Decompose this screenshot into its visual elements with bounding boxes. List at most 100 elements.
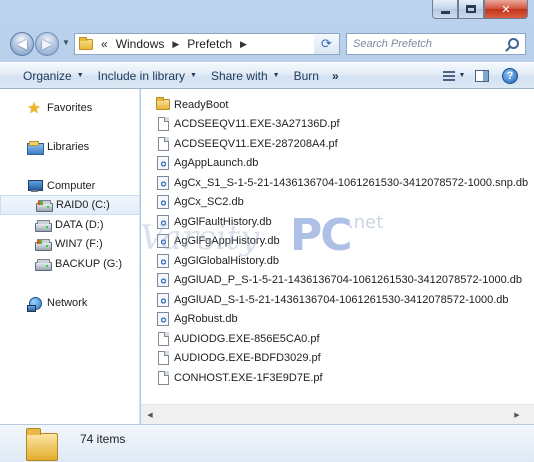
include-in-library-button[interactable]: Include in library ▼ xyxy=(91,63,204,88)
item-count: 74 items xyxy=(80,432,126,446)
database-file-icon xyxy=(155,272,171,288)
database-file-icon xyxy=(155,175,171,191)
forward-button[interactable]: ▶ xyxy=(35,32,59,56)
navigation-row: ◀ ▶ ▼ « Windows ▶ Prefetch ▶ ▼ ⟳ Search … xyxy=(0,28,534,60)
minimize-icon xyxy=(440,10,450,14)
help-icon: ? xyxy=(502,67,518,84)
database-file-icon xyxy=(155,311,171,327)
search-icon[interactable] xyxy=(508,38,519,49)
file-row[interactable]: AgGlUAD_S-1-5-21-1436136704-1061261530-3… xyxy=(155,290,509,309)
address-overflow[interactable]: « xyxy=(97,37,112,51)
file-row[interactable]: AUDIODG.EXE-856E5CA0.pf xyxy=(155,329,320,348)
database-file-icon xyxy=(155,194,171,210)
command-bar: Organize ▼ Include in library ▼ Share wi… xyxy=(0,62,534,89)
file-icon xyxy=(155,350,171,366)
search-input[interactable]: Search Prefetch xyxy=(346,33,526,55)
library-icon xyxy=(26,139,44,155)
database-file-icon xyxy=(155,233,171,249)
file-name: AgGlGlobalHistory.db xyxy=(174,254,279,267)
file-row[interactable]: AgGlFgAppHistory.db xyxy=(155,232,280,251)
organize-button[interactable]: Organize ▼ xyxy=(16,63,91,88)
file-row[interactable]: AgRobust.db xyxy=(155,310,238,329)
share-with-button[interactable]: Share with ▼ xyxy=(204,63,287,88)
file-name: AUDIODG.EXE-BDFD3029.pf xyxy=(174,352,321,364)
caption-buttons: ✕ xyxy=(432,0,528,20)
change-view-button[interactable]: ▼ xyxy=(440,63,468,88)
file-row[interactable]: AgGlUAD_P_S-1-5-21-1436136704-1061261530… xyxy=(155,271,522,290)
share-with-label: Share with xyxy=(210,68,268,83)
folder-row[interactable]: ReadyBoot xyxy=(155,95,228,114)
file-icon xyxy=(155,331,171,347)
refresh-button[interactable]: ⟳ xyxy=(314,33,340,55)
back-arrow-icon: ◀ xyxy=(17,36,27,51)
network-icon xyxy=(26,295,42,312)
scroll-track[interactable] xyxy=(159,408,499,421)
database-file-icon xyxy=(155,292,171,308)
scroll-left-icon[interactable]: ◀ xyxy=(143,407,157,422)
drive-icon xyxy=(34,256,52,272)
maximize-icon xyxy=(466,5,476,13)
drive-icon xyxy=(35,197,53,213)
nav-computer[interactable]: Computer xyxy=(0,176,140,196)
file-row[interactable]: AgCx_SC2.db xyxy=(155,193,244,212)
chevron-right-icon[interactable]: ▶ xyxy=(168,39,183,50)
maximize-button[interactable] xyxy=(458,0,484,19)
burn-label: Burn xyxy=(293,68,319,83)
more-commands-button[interactable]: » xyxy=(326,63,344,88)
nav-drive-g-label: BACKUP (G:) xyxy=(55,258,123,270)
file-name: AgGlUAD_P_S-1-5-21-1436136704-1061261530… xyxy=(174,274,522,286)
file-row[interactable]: AgGlFaultHistory.db xyxy=(155,212,272,231)
nav-network-label: Network xyxy=(47,297,88,309)
horizontal-scrollbar[interactable]: ◀ ▶ xyxy=(141,404,534,424)
nav-favorites[interactable]: ★ Favorites xyxy=(0,98,140,118)
file-row[interactable]: ACDSEEQV11.EXE-3A27136D.pf xyxy=(155,115,340,134)
file-name: ACDSEEQV11.EXE-3A27136D.pf xyxy=(174,118,340,130)
views-icon xyxy=(442,70,455,82)
address-bar[interactable]: « Windows ▶ Prefetch ▶ ▼ xyxy=(74,33,340,55)
details-pane: 74 items xyxy=(0,424,534,462)
file-row[interactable]: AgAppLaunch.db xyxy=(155,154,258,173)
file-icon xyxy=(155,116,171,132)
star-icon: ★ xyxy=(27,99,41,117)
file-icon xyxy=(155,136,171,152)
nav-drive-c[interactable]: RAID0 (C:) xyxy=(0,195,140,215)
file-row[interactable]: AUDIODG.EXE-BDFD3029.pf xyxy=(155,349,321,368)
chevron-right-icon[interactable]: ▶ xyxy=(236,39,251,50)
preview-pane-button[interactable] xyxy=(468,63,496,88)
drive-icon xyxy=(34,236,52,252)
more-commands-label: » xyxy=(331,68,339,83)
forward-arrow-icon: ▶ xyxy=(42,36,52,51)
folder-icon xyxy=(155,97,171,113)
file-name: AgCx_SC2.db xyxy=(174,196,244,208)
file-name: AgGlFaultHistory.db xyxy=(174,215,272,228)
nav-drive-g[interactable]: BACKUP (G:) xyxy=(0,254,140,274)
nav-libraries-label: Libraries xyxy=(47,141,90,153)
file-row[interactable]: AgCx_S1_S-1-5-21-1436136704-1061261530-3… xyxy=(155,173,528,192)
nav-drive-f[interactable]: WIN7 (F:) xyxy=(0,234,140,254)
scroll-right-icon[interactable]: ▶ xyxy=(510,407,524,422)
nav-libraries[interactable]: Libraries xyxy=(0,137,140,157)
breadcrumb-prefetch[interactable]: Prefetch xyxy=(183,37,236,51)
file-row[interactable]: AgGlGlobalHistory.db xyxy=(155,251,279,270)
computer-icon xyxy=(26,178,43,194)
caret-down-icon: ▼ xyxy=(76,72,84,79)
file-name: ACDSEEQV11.EXE-287208A4.pf xyxy=(174,137,338,150)
caret-down-icon: ▼ xyxy=(458,72,466,79)
file-row[interactable]: CONHOST.EXE-1F3E9D7E.pf xyxy=(155,368,323,387)
preview-pane-icon xyxy=(475,69,489,82)
nav-computer-label: Computer xyxy=(47,180,96,192)
breadcrumb-windows[interactable]: Windows xyxy=(112,37,169,51)
back-button[interactable]: ◀ xyxy=(10,32,34,56)
minimize-button[interactable] xyxy=(432,0,458,19)
file-row[interactable]: ACDSEEQV11.EXE-287208A4.pf xyxy=(155,134,338,153)
explorer-window: ✕ ◀ ▶ ▼ « Windows ▶ Prefetch ▶ ▼ ⟳ Searc… xyxy=(0,0,534,462)
file-name: AgAppLaunch.db xyxy=(174,157,259,169)
help-button[interactable]: ? xyxy=(496,63,524,88)
recent-pages-dropdown[interactable]: ▼ xyxy=(62,38,70,47)
file-icon xyxy=(155,370,171,386)
nav-network[interactable]: Network xyxy=(0,293,140,313)
close-button[interactable]: ✕ xyxy=(484,0,528,19)
file-name: AgGlFgAppHistory.db xyxy=(174,235,280,247)
burn-button[interactable]: Burn xyxy=(287,63,326,88)
nav-drive-d[interactable]: DATA (D:) xyxy=(0,215,140,235)
